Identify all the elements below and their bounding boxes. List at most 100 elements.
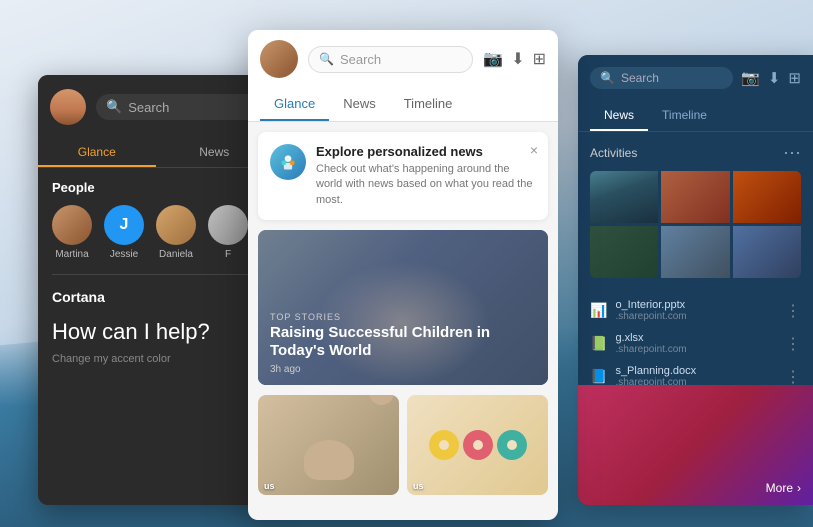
dog-head	[369, 395, 394, 405]
file-icon-xlsx: 📗	[590, 335, 607, 352]
center-header-icons: 📷 ⬇ ⊞	[483, 49, 546, 69]
photo-mountain[interactable]	[590, 171, 658, 223]
left-header: 🔍 Search	[38, 75, 273, 139]
file-item-2[interactable]: 📗 g.xlsx .sharepoint.com ⋮	[578, 327, 813, 360]
search-label: Search	[128, 100, 169, 115]
center-tabs: Glance News Timeline	[248, 88, 558, 122]
news-item-donuts[interactable]: us	[407, 395, 548, 495]
activities-title: Activities	[590, 146, 637, 160]
person-fourth[interactable]: F	[208, 205, 248, 260]
avatar-daniela	[156, 205, 196, 245]
camera-icon[interactable]: 📷	[483, 49, 503, 69]
grid-icon[interactable]: ⊞	[533, 49, 546, 69]
right-header: 🔍 Search 📷 ⬇ ⊞	[578, 55, 813, 101]
search-bar-left[interactable]: 🔍 Search	[96, 94, 261, 120]
donut-pink	[463, 430, 493, 460]
news-card-overlay: TOP STORIES Raising Successful Children …	[258, 302, 548, 385]
more-button[interactable]: More ›	[766, 481, 801, 495]
avatar-martina	[52, 205, 92, 245]
more-label: More	[766, 481, 793, 495]
cortana-section: Cortana How can I help? Change my accent…	[38, 275, 273, 379]
file-more-icon-1[interactable]: ⋮	[785, 301, 801, 321]
people-row: Martina J Jessie Daniela F	[38, 201, 273, 274]
activities-header: Activities ···	[590, 142, 801, 163]
tab-timeline-center[interactable]: Timeline	[390, 88, 467, 121]
notification-card: Explore personalized news Check out what…	[258, 132, 548, 220]
photo-beach[interactable]	[661, 226, 729, 278]
cortana-title: Cortana	[52, 289, 259, 305]
news-row: us us	[258, 395, 548, 495]
notif-title: Explore personalized news	[316, 144, 536, 159]
person-daniela[interactable]: Daniela	[156, 205, 196, 260]
right-bottom-panel: More ›	[578, 385, 813, 505]
panel-center: 🔍 Search 📷 ⬇ ⊞ Glance News Timeline Expl…	[248, 30, 558, 520]
photo-grid	[590, 171, 801, 278]
avatar-jessie: J	[104, 205, 144, 245]
file-site-1: .sharepoint.com	[615, 311, 777, 322]
center-header: 🔍 Search 📷 ⬇ ⊞	[248, 30, 558, 88]
news-tag: TOP STORIES	[270, 312, 536, 322]
file-more-icon-3[interactable]: ⋮	[785, 367, 801, 387]
file-info-1: o_Interior.pptx .sharepoint.com	[615, 299, 777, 322]
tab-news-right[interactable]: News	[590, 101, 648, 131]
file-list: 📊 o_Interior.pptx .sharepoint.com ⋮ 📗 g.…	[578, 288, 813, 399]
center-search-label: Search	[340, 52, 381, 67]
news-item-dog[interactable]: us	[258, 395, 399, 495]
photo-patchwork[interactable]	[661, 171, 729, 223]
person-martina[interactable]: Martina	[52, 205, 92, 260]
activities-section: Activities ···	[578, 132, 813, 288]
file-icon-pptx: 📊	[590, 302, 607, 319]
search-icon: 🔍	[106, 99, 122, 115]
photo-group[interactable]	[733, 226, 801, 278]
notif-icon	[270, 144, 306, 180]
tab-timeline-right[interactable]: Timeline	[648, 101, 721, 131]
right-search-label: Search	[621, 71, 659, 85]
search-icon-right: 🔍	[600, 71, 615, 85]
file-site-2: .sharepoint.com	[615, 344, 777, 355]
file-more-icon-2[interactable]: ⋮	[785, 334, 801, 354]
person-jessie[interactable]: J Jessie	[104, 205, 144, 260]
avatar-face	[50, 89, 86, 125]
panel-right: 🔍 Search 📷 ⬇ ⊞ News Timeline Activities …	[578, 55, 813, 505]
download-icon-right[interactable]: ⬇	[768, 69, 781, 87]
news-label-us2: us	[413, 481, 424, 491]
center-search-bar[interactable]: 🔍 Search	[308, 46, 473, 73]
grid-icon-right[interactable]: ⊞	[788, 69, 801, 87]
arrow-right-icon: ›	[797, 481, 801, 495]
center-avatar	[260, 40, 298, 78]
search-icon-center: 🔍	[319, 52, 334, 66]
file-item-1[interactable]: 📊 o_Interior.pptx .sharepoint.com ⋮	[578, 294, 813, 327]
tab-news-center[interactable]: News	[329, 88, 390, 121]
photo-autumn[interactable]	[733, 171, 801, 223]
tab-glance-left[interactable]: Glance	[38, 139, 156, 167]
person-name-jessie: Jessie	[110, 249, 138, 260]
left-tabs: Glance News	[38, 139, 273, 168]
notif-content: Explore personalized news Check out what…	[316, 144, 536, 208]
right-header-icons: 📷 ⬇ ⊞	[741, 69, 801, 87]
person-name-daniela: Daniela	[159, 249, 193, 260]
avatar	[50, 89, 86, 125]
download-icon[interactable]: ⬇	[511, 49, 524, 69]
file-name-1: o_Interior.pptx	[615, 299, 777, 311]
photo-forest[interactable]	[590, 226, 658, 278]
panel-left: 🔍 Search Glance News People Martina J Je…	[38, 75, 273, 505]
camera-icon-right[interactable]: 📷	[741, 69, 760, 87]
tab-glance-center[interactable]: Glance	[260, 88, 329, 121]
file-name-3: s_Planning.docx	[615, 365, 777, 377]
news-time: 3h ago	[270, 364, 536, 375]
news-card-image: TOP STORIES Raising Successful Children …	[258, 230, 548, 385]
close-icon[interactable]: ×	[530, 142, 538, 158]
cortana-link[interactable]: Change my accent color	[52, 353, 259, 365]
people-section-title: People	[38, 168, 273, 201]
person-name-martina: Martina	[55, 249, 88, 260]
dog-figure	[304, 440, 354, 480]
donut-teal	[497, 430, 527, 460]
right-search-bar[interactable]: 🔍 Search	[590, 67, 733, 89]
news-label-us1: us	[264, 481, 275, 491]
person-name-fourth: F	[225, 249, 231, 260]
activities-more-icon[interactable]: ···	[783, 142, 801, 163]
main-news-card[interactable]: TOP STORIES Raising Successful Children …	[258, 230, 548, 385]
avatar-fourth	[208, 205, 248, 245]
cortana-question: How can I help?	[52, 319, 259, 345]
news-headline: Raising Successful Children in Today's W…	[270, 324, 536, 360]
